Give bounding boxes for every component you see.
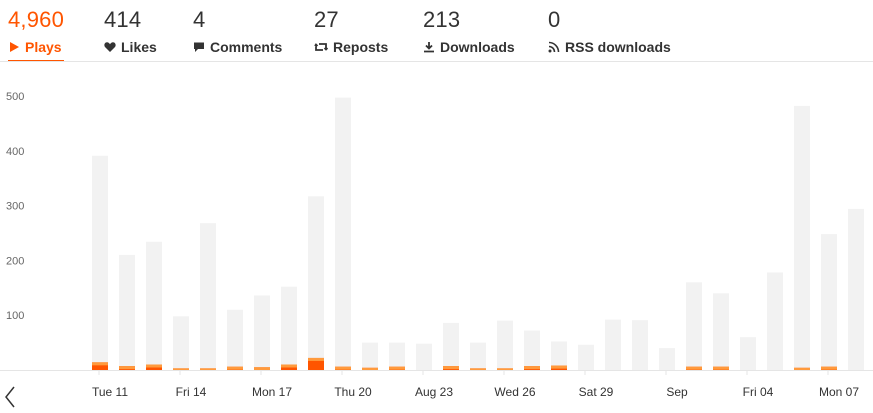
stat-rss-downloads[interactable]: 0 RSS downloads	[548, 0, 671, 56]
comments-label-row: Comments	[193, 39, 282, 55]
bar-highlight-cap	[524, 366, 540, 370]
bar-highlight-cap	[470, 368, 486, 370]
plays-bar-chart: 100 200 300 400 500 Tue 11 Fri 14 Mon 17 Thu 20 A…	[0, 91, 873, 399]
y-tick-label: 100	[6, 310, 24, 322]
bar-total[interactable]	[686, 282, 702, 370]
x-tick-label: Sep	[666, 385, 688, 399]
bar-total[interactable]	[227, 309, 243, 370]
stat-plays[interactable]: 4,960 Plays	[8, 0, 65, 62]
download-icon	[424, 42, 434, 53]
comments-count: 4	[193, 7, 206, 32]
heart-icon	[104, 42, 116, 52]
bar-highlight-cap	[389, 366, 405, 370]
reposts-label: Reposts	[333, 39, 389, 55]
bar-highlight-cap	[119, 366, 135, 370]
x-tick-label: Tue 11	[92, 385, 128, 399]
bar-highlight-cap	[92, 362, 108, 366]
reposts-count: 27	[314, 7, 339, 32]
x-tick-label: Thu 20	[334, 385, 372, 399]
bar-total[interactable]	[92, 155, 108, 370]
bar-highlight-cap	[146, 364, 162, 368]
bar-total[interactable]	[362, 342, 378, 370]
bar-total[interactable]	[632, 320, 648, 370]
bar-total[interactable]	[173, 316, 189, 370]
bar-total[interactable]	[416, 343, 432, 370]
bar-highlight-cap	[794, 367, 810, 370]
x-tick-label: Wed 26	[494, 385, 535, 399]
bar-total[interactable]	[497, 320, 513, 370]
comment-icon	[194, 42, 204, 52]
x-tick-label: Mon 17	[252, 385, 292, 399]
bar-highlight-cap	[713, 366, 729, 370]
bar-highlight-cap	[551, 365, 567, 369]
likes-label: Likes	[121, 39, 157, 55]
bar-total[interactable]	[848, 208, 864, 370]
chevron-left-icon[interactable]	[0, 382, 20, 412]
bar-total[interactable]	[146, 241, 162, 370]
x-tick-label: Aug 23	[415, 385, 453, 399]
bar-highlight-cap	[281, 364, 297, 368]
downloads-label: Downloads	[440, 39, 515, 55]
rss-downloads-label-row: RSS downloads	[548, 39, 671, 55]
stats-bar: 4,960 Plays 414 Likes 4 Comments 27 Repo…	[0, 0, 873, 62]
bar-total[interactable]	[281, 286, 297, 370]
bar-total[interactable]	[767, 272, 783, 370]
bar-highlight-cap	[362, 367, 378, 370]
likes-count: 414	[104, 7, 142, 32]
bar-total[interactable]	[119, 254, 135, 370]
bar-highlight-cap	[173, 368, 189, 370]
y-tick-label: 300	[6, 201, 24, 213]
y-tick-label: 400	[6, 146, 24, 158]
bar-total[interactable]	[443, 322, 459, 370]
reposts-label-row: Reposts	[314, 39, 388, 55]
x-tick-label: Fri 04	[743, 385, 774, 399]
bar-total[interactable]	[821, 234, 837, 370]
bar-total[interactable]	[578, 344, 594, 370]
bar-highlight-cap	[308, 357, 324, 361]
bar-total[interactable]	[605, 319, 621, 370]
bar-total[interactable]	[713, 293, 729, 370]
bar-highlight-cap	[227, 366, 243, 370]
bar-total[interactable]	[389, 342, 405, 370]
repost-icon	[314, 43, 328, 51]
bar-total[interactable]	[524, 330, 540, 370]
bar-total[interactable]	[308, 196, 324, 370]
bar-highlight-cap	[335, 366, 351, 370]
likes-label-row: Likes	[104, 39, 157, 55]
bar-highlight-cap	[200, 368, 216, 370]
y-tick-label: 500	[6, 91, 24, 103]
bar-total[interactable]	[200, 223, 216, 370]
bar-total[interactable]	[254, 295, 270, 370]
comments-label: Comments	[210, 39, 283, 55]
stat-downloads[interactable]: 213 Downloads	[423, 0, 515, 56]
bar-highlight-cap	[443, 366, 459, 370]
stat-reposts[interactable]: 27 Reposts	[314, 0, 388, 56]
bar-total[interactable]	[470, 342, 486, 370]
x-tick-label: Fri 14	[176, 385, 207, 399]
rss-downloads-count: 0	[548, 7, 561, 32]
y-tick-label: 200	[6, 255, 24, 267]
stat-likes[interactable]: 414 Likes	[104, 0, 157, 56]
bar-total[interactable]	[794, 105, 810, 370]
downloads-label-row: Downloads	[423, 39, 515, 55]
stat-comments[interactable]: 4 Comments	[193, 0, 282, 56]
bar-total[interactable]	[740, 337, 756, 370]
bar-highlight-cap	[497, 368, 513, 370]
x-tick-label: Mon 07	[819, 385, 859, 399]
bar-total[interactable]	[659, 348, 675, 370]
downloads-count: 213	[423, 7, 461, 32]
plays-label: Plays	[25, 39, 62, 55]
play-icon	[10, 42, 19, 52]
bar-highlight-cap	[821, 366, 837, 370]
bar-highlight-cap	[254, 367, 270, 370]
rss-icon	[548, 41, 560, 53]
bar-highlight-cap	[686, 366, 702, 370]
plays-tab-label-row: Plays	[8, 39, 64, 55]
rss-downloads-label: RSS downloads	[565, 39, 671, 55]
x-tick-label: Sat 29	[579, 385, 614, 399]
bar-total[interactable]	[335, 97, 351, 371]
plays-count: 4,960	[8, 7, 65, 32]
